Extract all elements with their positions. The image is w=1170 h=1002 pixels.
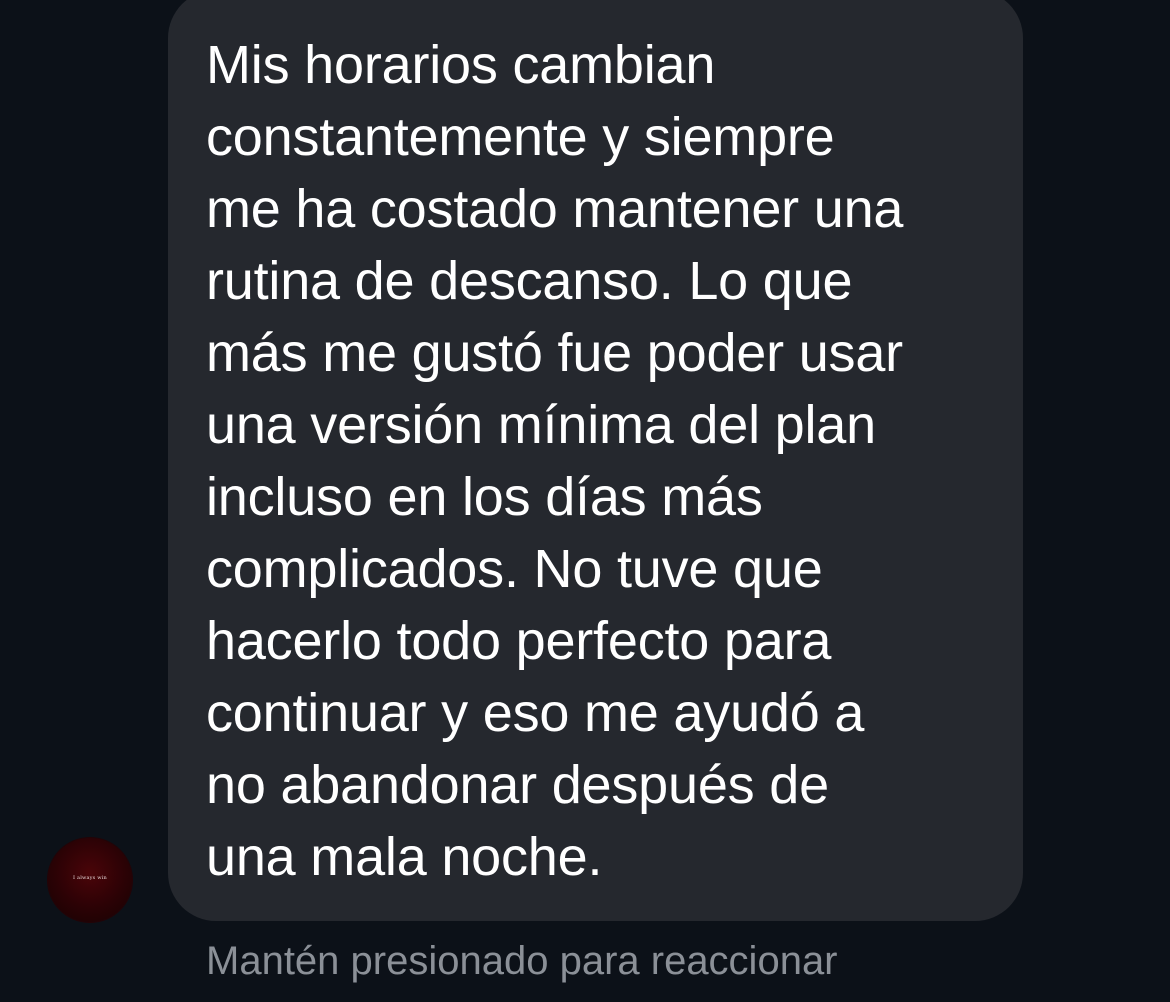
message-text: Mis horarios cambian constantemente y si…	[206, 35, 904, 887]
sender-avatar[interactable]: I always win	[48, 838, 132, 922]
message-thread: I always win Mis horarios cambian consta…	[0, 0, 1170, 1002]
message-bubble[interactable]: Mis horarios cambian constantemente y si…	[168, 0, 1023, 921]
reaction-hint: Mantén presionado para reaccionar	[206, 939, 838, 983]
avatar-caption: I always win	[73, 875, 107, 881]
